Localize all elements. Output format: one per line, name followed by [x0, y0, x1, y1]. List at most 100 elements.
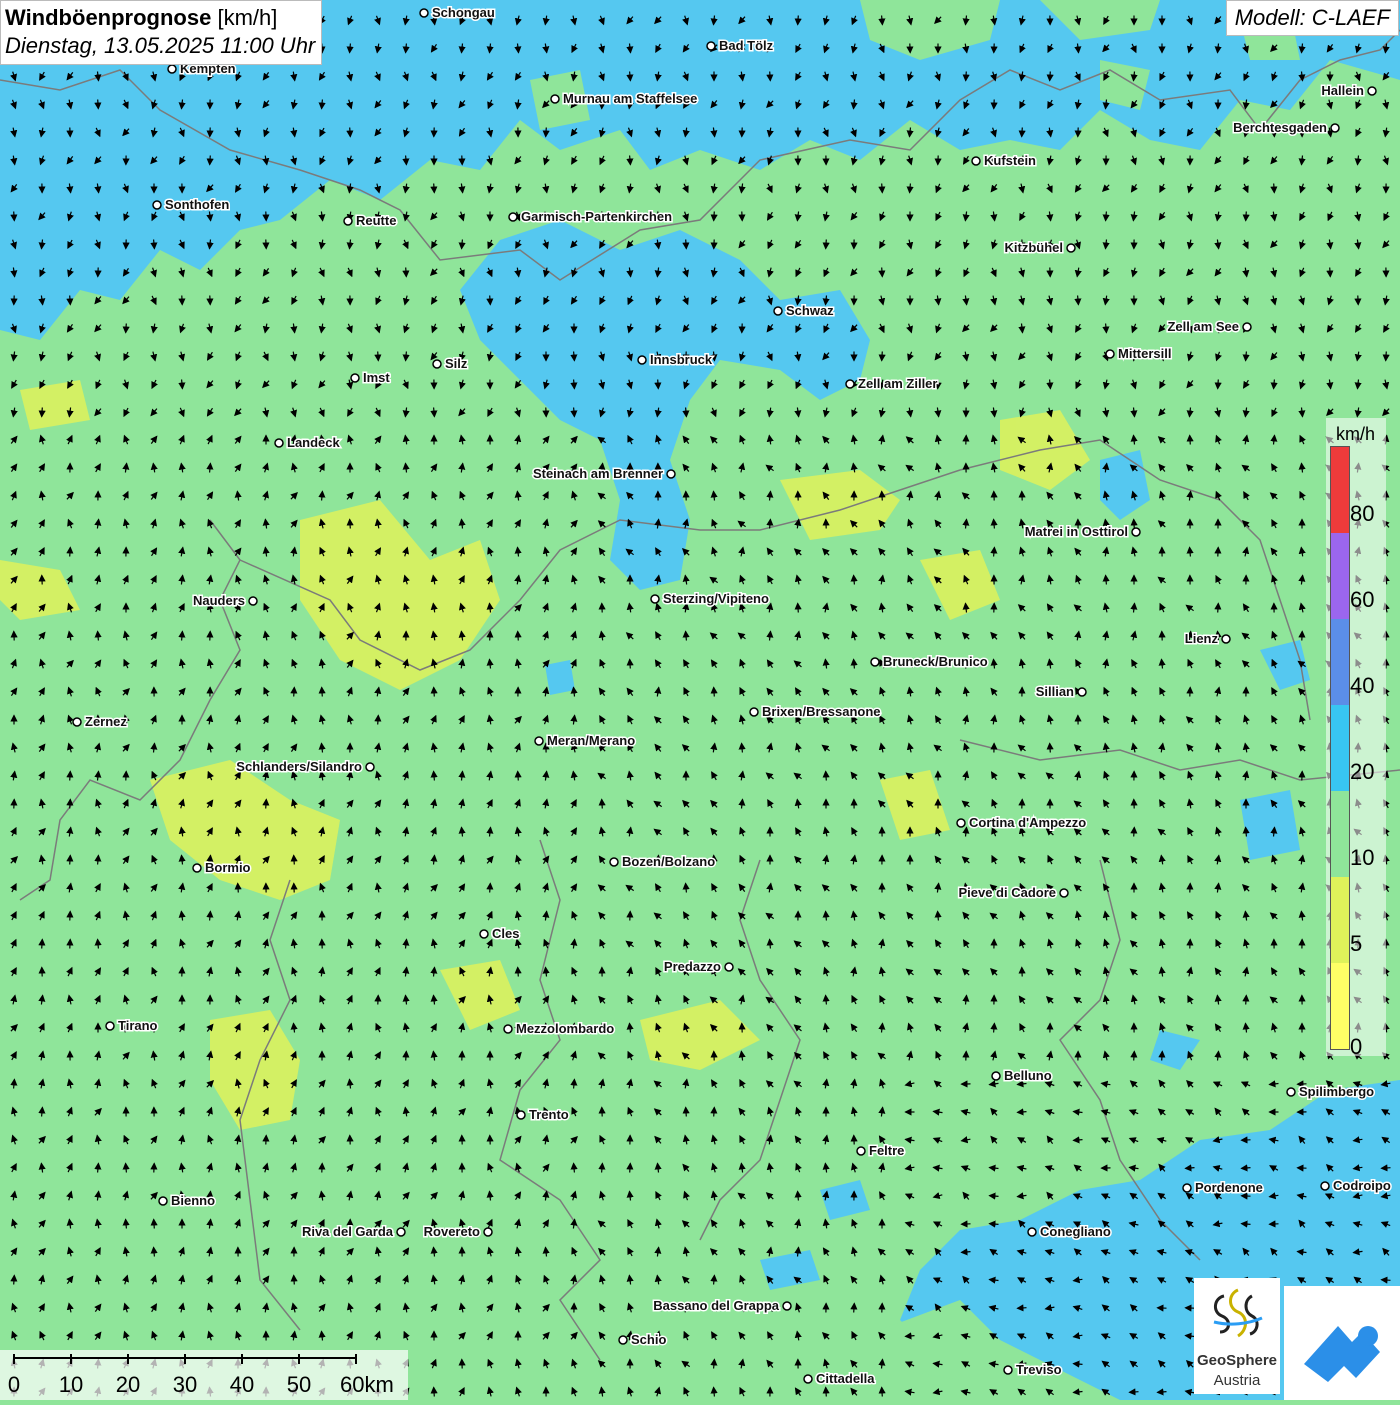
- city-marker[interactable]: Spilimbergo: [1287, 1084, 1374, 1099]
- wind-arrow: [434, 408, 435, 417]
- city-marker[interactable]: Innsbruck: [638, 352, 713, 367]
- city-label: Mittersill: [1118, 346, 1171, 361]
- city-marker[interactable]: Brixen/Bressanone: [750, 704, 881, 719]
- city-marker[interactable]: Bozen/Bolzano: [610, 854, 715, 869]
- wind-arrow: [1074, 1364, 1083, 1365]
- city-marker[interactable]: Zell am Ziller: [846, 376, 937, 391]
- city-label: Kufstein: [984, 153, 1036, 168]
- wind-arrow: [434, 1388, 435, 1397]
- app-logo[interactable]: [1284, 1286, 1400, 1400]
- city-marker[interactable]: Steinach am Brenner: [533, 466, 675, 481]
- city-label: Pordenone: [1195, 1180, 1263, 1195]
- city-dot: [509, 213, 517, 221]
- city-label: Bormio: [205, 860, 251, 875]
- legend-label: 20: [1350, 759, 1374, 785]
- city-marker[interactable]: Bassano del Grappa: [653, 1298, 791, 1313]
- wind-arrow: [882, 184, 883, 193]
- wind-arrow: [882, 352, 883, 361]
- wind-arrow: [210, 912, 211, 921]
- legend-label: 0: [1350, 1034, 1362, 1060]
- wind-arrow: [350, 520, 351, 529]
- wind-arrow: [182, 380, 183, 389]
- wind-arrow: [42, 408, 43, 417]
- geosphere-logo[interactable]: GeoSphere Austria: [1194, 1278, 1280, 1394]
- wind-arrow: [910, 184, 911, 193]
- city-marker[interactable]: Matrei in Osttirol: [1025, 524, 1140, 539]
- city-label: Silz: [445, 356, 468, 371]
- wind-arrow: [322, 492, 323, 501]
- scale-label: 10: [59, 1372, 83, 1397]
- city-label: Cles: [492, 926, 519, 941]
- wind-arrow: [938, 380, 939, 389]
- wind-gust-map[interactable]: SchongauBad TölzKemptenMurnau am Staffel…: [0, 0, 1400, 1400]
- wind-arrow: [70, 296, 71, 305]
- city-dot: [783, 1302, 791, 1310]
- geosphere-country: Austria: [1194, 1372, 1280, 1389]
- city-marker[interactable]: Pordenone: [1183, 1180, 1263, 1195]
- city-dot: [73, 718, 81, 726]
- wind-arrow: [1246, 212, 1247, 221]
- city-marker[interactable]: Garmisch-Partenkirchen: [509, 209, 672, 224]
- wind-arrow: [658, 380, 659, 389]
- city-marker[interactable]: Sterzing/Vipiteno: [651, 591, 769, 606]
- city-label: Garmisch-Partenkirchen: [521, 209, 672, 224]
- legend-label: 80: [1350, 501, 1374, 527]
- city-marker[interactable]: Riva del Garda: [302, 1224, 405, 1239]
- wind-arrow: [406, 156, 407, 165]
- city-marker[interactable]: Zell am See: [1167, 319, 1251, 334]
- wind-arrow: [630, 72, 631, 81]
- city-marker[interactable]: Murnau am Staffelsee: [551, 91, 697, 106]
- wind-arrow: [1050, 380, 1051, 389]
- city-label: Cortina d'Ampezzo: [969, 815, 1086, 830]
- wind-arrow: [42, 940, 43, 949]
- city-dot: [1132, 528, 1140, 536]
- city-dot: [992, 1072, 1000, 1080]
- city-dot: [397, 1228, 405, 1236]
- wind-arrow: [826, 772, 827, 781]
- wind-arrow: [434, 772, 435, 781]
- wind-arrow: [714, 1388, 715, 1397]
- city-marker[interactable]: Berchtesgaden: [1233, 120, 1339, 135]
- legend-swatch: [1331, 877, 1349, 963]
- wind-arrow: [990, 1224, 999, 1225]
- city-dot: [1004, 1366, 1012, 1374]
- wind-arrow: [154, 1248, 155, 1257]
- city-dot: [480, 930, 488, 938]
- city-dot: [517, 1111, 525, 1119]
- wind-arrow: [854, 1304, 855, 1313]
- city-marker[interactable]: Cortina d'Ampezzo: [957, 815, 1086, 830]
- city-marker[interactable]: Sonthofen: [153, 197, 229, 212]
- city-dot: [1060, 889, 1068, 897]
- city-dot: [972, 157, 980, 165]
- city-marker[interactable]: Bruneck/Brunico: [871, 654, 988, 669]
- geosphere-name: GeoSphere: [1194, 1352, 1280, 1369]
- city-marker[interactable]: Pieve di Cadore: [958, 885, 1068, 900]
- wind-arrow: [490, 632, 491, 641]
- city-dot: [725, 963, 733, 971]
- scale-bar: 0102030405060km: [0, 1350, 408, 1400]
- wind-arrow: [686, 1108, 687, 1117]
- wind-arrow: [854, 576, 855, 585]
- wind-arrow: [406, 1052, 407, 1061]
- city-dot: [351, 374, 359, 382]
- city-dot: [168, 65, 176, 73]
- city-marker[interactable]: Schongau: [420, 5, 495, 20]
- legend-swatch: [1331, 705, 1349, 791]
- wind-arrow: [826, 1388, 827, 1397]
- wind-arrow: [770, 520, 771, 529]
- wind-arrow: [966, 72, 967, 81]
- city-marker[interactable]: Schlanders/Silandro: [236, 759, 374, 774]
- wind-arrow: [962, 1252, 971, 1253]
- wind-arrow: [1274, 380, 1275, 389]
- city-label: Mezzolombardo: [516, 1021, 614, 1036]
- city-marker[interactable]: Mezzolombardo: [504, 1021, 614, 1036]
- wind-arrow: [266, 800, 267, 809]
- legend-label: 10: [1350, 845, 1374, 871]
- city-marker[interactable]: Meran/Merano: [535, 733, 635, 748]
- scale-bar-graphic: 0102030405060km: [0, 1350, 408, 1400]
- city-marker[interactable]: Conegliano: [1028, 1224, 1111, 1239]
- city-label: Imst: [363, 370, 390, 385]
- wind-arrow: [1050, 72, 1051, 81]
- wind-arrow: [294, 688, 295, 697]
- city-label: Feltre: [869, 1143, 904, 1158]
